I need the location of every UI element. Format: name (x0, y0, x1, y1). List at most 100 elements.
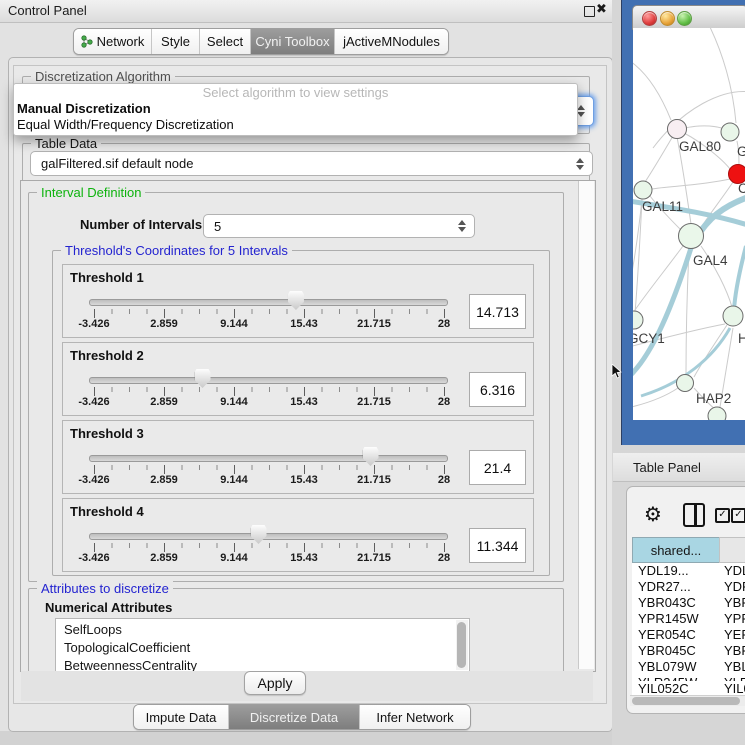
tick-label: 21.715 (357, 552, 391, 564)
slider-handle[interactable] (288, 291, 304, 310)
float-window-icon[interactable] (584, 6, 595, 17)
tab-label: jActiveMNodules (343, 34, 440, 49)
table-row-partial[interactable]: YIL052C YIL0 (632, 681, 745, 695)
list-scrollbar[interactable] (456, 620, 468, 670)
node-gal80[interactable] (668, 120, 687, 139)
stepper-arrows-icon (458, 220, 466, 232)
tab-cyni-toolbox[interactable]: Cyni Toolbox (250, 29, 334, 54)
checkbox-checked-icon[interactable]: ✓ (715, 508, 730, 523)
tick-label: 9.144 (220, 552, 248, 564)
tick-label: 28 (438, 474, 450, 486)
settings-gear-icon[interactable]: ⚙ (644, 502, 662, 526)
cyni-mode-tabbar: Impute Data Discretize Data Infer Networ… (133, 704, 471, 730)
scrollbar-thumb[interactable] (457, 622, 466, 668)
node-hap2[interactable] (677, 375, 694, 392)
threshold-4-value-field[interactable]: 11.344 (469, 528, 526, 563)
table-row[interactable]: YBL079WYBL0 (632, 659, 745, 675)
group-title: Table Data (31, 136, 101, 151)
tab-discretize-data[interactable]: Discretize Data (228, 705, 359, 729)
threshold-2-panel: Threshold 2 -3.426 2.859 9.144 15.43 21.… (62, 342, 534, 416)
table-row[interactable]: YDL19...YDL1 (632, 563, 745, 579)
node-label: GAL80 (679, 139, 721, 154)
table-data-combobox[interactable]: galFiltered.sif default node (30, 151, 593, 176)
node-label: GA (737, 144, 745, 159)
tick-label: 28 (438, 318, 450, 330)
control-panel-tabbar: Network Style Select Cyni Toolbox jActiv… (73, 28, 449, 55)
network-view-window: GAL80 GA C GAL11 GAL4 GCY1 H HAP2 (621, 0, 745, 445)
dropdown-option-manual-discretization[interactable]: Manual Discretization (17, 101, 151, 116)
threshold-2-value-field[interactable]: 6.316 (469, 372, 526, 407)
column-header-name[interactable]: n... (719, 537, 745, 563)
list-item[interactable]: TopologicalCoefficient (64, 640, 190, 655)
threshold-3-slider[interactable] (89, 455, 448, 462)
tick-label: 15.43 (290, 552, 318, 564)
vertical-scrollbar[interactable] (578, 181, 594, 669)
node-h[interactable] (723, 306, 743, 326)
tab-select[interactable]: Select (199, 29, 250, 54)
threshold-4-slider[interactable] (89, 533, 448, 540)
slider-handle[interactable] (195, 369, 211, 388)
close-window-button[interactable] (642, 11, 657, 26)
zoom-window-button[interactable] (677, 11, 692, 26)
apply-button[interactable]: Apply (244, 671, 306, 695)
tick-label: 28 (438, 552, 450, 564)
table-row[interactable]: YBR043CYBR0 (632, 595, 745, 611)
tick-label: 28 (438, 396, 450, 408)
node-partial-bottom[interactable] (708, 407, 726, 420)
combobox-value: 5 (214, 219, 221, 234)
tick-label: 9.144 (220, 396, 248, 408)
table-row[interactable]: YBR045CYBR0 (632, 643, 745, 659)
tick-label: 9.144 (220, 474, 248, 486)
horizontal-scrollbar[interactable] (630, 695, 745, 706)
tab-jactivemnodules[interactable]: jActiveMNodules (334, 29, 448, 54)
threshold-label: Threshold 4 (70, 504, 144, 519)
table-row[interactable]: YER054CYER0 (632, 627, 745, 643)
slider-tick-labels: -3.426 2.859 9.144 15.43 21.715 28 (94, 474, 446, 488)
apply-strip (21, 671, 593, 701)
tab-label: Network (97, 34, 145, 49)
tab-impute-data[interactable]: Impute Data (134, 705, 228, 729)
network-canvas[interactable]: GAL80 GA C GAL11 GAL4 GCY1 H HAP2 (633, 28, 745, 420)
threshold-4-panel: Threshold 4 -3.426 2.859 9.144 15.43 21.… (62, 498, 534, 572)
checkbox-checked-icon[interactable]: ✓ (731, 508, 745, 523)
desktop: Control Panel ✖ Network Style (0, 0, 745, 745)
node-gal4[interactable] (679, 224, 704, 249)
network-window-titlebar[interactable] (632, 5, 745, 30)
threshold-2-slider[interactable] (89, 377, 448, 384)
group-title: Attributes to discretize (37, 581, 173, 596)
tick-label: -3.426 (78, 552, 109, 564)
tab-network[interactable]: Network (74, 29, 151, 54)
network-nodes[interactable] (633, 120, 745, 421)
slider-handle[interactable] (251, 525, 267, 544)
slider-handle[interactable] (363, 447, 379, 466)
split-columns-icon[interactable] (683, 503, 705, 527)
tab-style[interactable]: Style (151, 29, 199, 54)
node-label: GAL4 (693, 253, 728, 268)
column-header-shared-name[interactable]: shared... (632, 537, 720, 563)
number-of-intervals-combobox[interactable]: 5 (203, 214, 475, 238)
slider-tick-labels: -3.426 2.859 9.144 15.43 21.715 28 (94, 318, 446, 332)
threshold-1-value-field[interactable]: 14.713 (469, 294, 526, 329)
node-gal11[interactable] (634, 181, 652, 199)
node-gcy1[interactable] (633, 311, 643, 329)
node-table: shared... n... YDL19...YDL1 YDR27...YDR2… (632, 537, 745, 681)
tick-label: 21.715 (357, 396, 391, 408)
tab-infer-network[interactable]: Infer Network (359, 705, 470, 729)
dropdown-option-equal-width-frequency[interactable]: Equal Width/Frequency Discretization (17, 117, 234, 132)
node-label: GCY1 (633, 331, 665, 346)
numerical-attributes-list[interactable]: SelfLoops TopologicalCoefficient Between… (55, 618, 470, 672)
scrollbar-thumb[interactable] (632, 697, 740, 705)
list-item[interactable]: SelfLoops (64, 622, 122, 637)
close-icon[interactable]: ✖ (596, 2, 607, 17)
threshold-1-slider[interactable] (89, 299, 448, 306)
list-item[interactable]: BetweennessCentrality (64, 658, 197, 672)
cell-shared-name: YBL079W (638, 659, 697, 674)
node-ga[interactable] (721, 123, 739, 141)
cell-name: YPR1 (724, 611, 745, 626)
network-icon (81, 35, 93, 48)
table-row[interactable]: YPR145WYPR1 (632, 611, 745, 627)
minimize-window-button[interactable] (660, 11, 675, 26)
threshold-3-value-field[interactable]: 21.4 (469, 450, 526, 485)
node-label: GAL11 (642, 199, 683, 214)
table-row[interactable]: YDR27...YDR2 (632, 579, 745, 595)
